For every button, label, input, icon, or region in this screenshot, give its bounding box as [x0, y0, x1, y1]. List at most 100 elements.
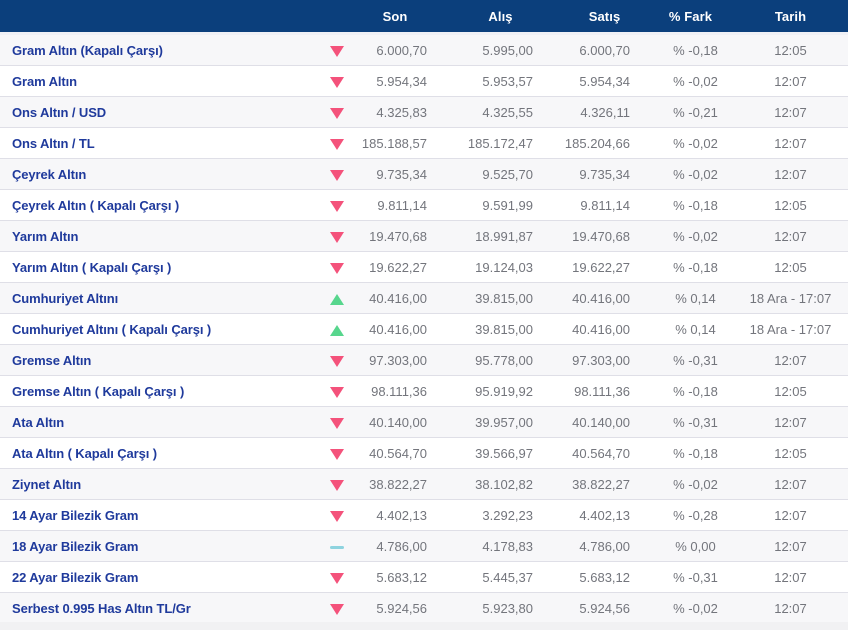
fark-value: % 0,14 — [648, 313, 733, 345]
alis-value: 39.957,00 — [442, 406, 545, 438]
instrument-name[interactable]: Cumhuriyet Altını ( Kapalı Çarşı ) — [0, 313, 320, 345]
flat-dash-icon — [330, 545, 344, 549]
son-value: 9.811,14 — [354, 189, 442, 221]
down-triangle-icon — [330, 355, 344, 367]
table-row[interactable]: Cumhuriyet Altını ( Kapalı Çarşı ) 40.41… — [0, 313, 848, 345]
instrument-name[interactable]: Serbest 0.995 Has Altın TL/Gr — [0, 592, 320, 624]
column-header-fark[interactable]: % Fark — [648, 0, 733, 35]
tarih-value: 12:07 — [733, 592, 848, 624]
tarih-value: 12:07 — [733, 220, 848, 252]
instrument-name[interactable]: Ons Altın / USD — [0, 96, 320, 128]
table-row[interactable]: Ons Altın / TL 185.188,57 185.172,47 185… — [0, 127, 848, 159]
fark-value: % -0,18 — [648, 375, 733, 407]
trend-indicator-cell — [320, 592, 354, 624]
tarih-value: 18 Ara - 17:07 — [733, 282, 848, 314]
fark-value: % -0,18 — [648, 251, 733, 283]
column-header-son[interactable]: Son — [354, 0, 442, 35]
son-value: 38.822,27 — [354, 468, 442, 500]
tarih-value: 12:05 — [733, 437, 848, 469]
fark-value: % -0,02 — [648, 65, 733, 97]
table-row[interactable]: Ata Altın ( Kapalı Çarşı ) 40.564,70 39.… — [0, 437, 848, 469]
down-triangle-icon — [330, 107, 344, 119]
fark-value: % -0,31 — [648, 561, 733, 593]
table-row[interactable]: 18 Ayar Bilezik Gram 4.786,00 4.178,83 4… — [0, 530, 848, 562]
instrument-name[interactable]: Gram Altın (Kapalı Çarşı) — [0, 33, 320, 66]
son-value: 4.786,00 — [354, 530, 442, 562]
instrument-name[interactable]: 14 Ayar Bilezik Gram — [0, 499, 320, 531]
table-row[interactable]: Gremse Altın ( Kapalı Çarşı ) 98.111,36 … — [0, 375, 848, 407]
alis-value: 39.566,97 — [442, 437, 545, 469]
gold-prices-table: Son Alış Satış % Fark Tarih Gram Altın (… — [0, 0, 848, 624]
tarih-value: 12:07 — [733, 158, 848, 190]
down-triangle-icon — [330, 76, 344, 88]
instrument-name[interactable]: 22 Ayar Bilezik Gram — [0, 561, 320, 593]
satis-value: 4.326,11 — [545, 96, 648, 128]
son-value: 40.416,00 — [354, 282, 442, 314]
table-row[interactable]: Ons Altın / USD 4.325,83 4.325,55 4.326,… — [0, 96, 848, 128]
son-value: 40.564,70 — [354, 437, 442, 469]
son-value: 5.924,56 — [354, 592, 442, 624]
table-row[interactable]: Yarım Altın 19.470,68 18.991,87 19.470,6… — [0, 220, 848, 252]
table-row[interactable]: Çeyrek Altın 9.735,34 9.525,70 9.735,34 … — [0, 158, 848, 190]
fark-value: % -0,02 — [648, 158, 733, 190]
alis-value: 3.292,23 — [442, 499, 545, 531]
table-row[interactable]: Cumhuriyet Altını 40.416,00 39.815,00 40… — [0, 282, 848, 314]
down-triangle-icon — [330, 262, 344, 274]
down-triangle-icon — [330, 572, 344, 584]
instrument-name[interactable]: Gram Altın — [0, 65, 320, 97]
column-header-satis[interactable]: Satış — [545, 0, 648, 35]
fark-value: % -0,21 — [648, 96, 733, 128]
satis-value: 4.402,13 — [545, 499, 648, 531]
table-row[interactable]: 22 Ayar Bilezik Gram 5.683,12 5.445,37 5… — [0, 561, 848, 593]
tarih-value: 12:07 — [733, 96, 848, 128]
down-triangle-icon — [330, 386, 344, 398]
instrument-name[interactable]: Çeyrek Altın — [0, 158, 320, 190]
table-row[interactable]: Gram Altın 5.954,34 5.953,57 5.954,34 % … — [0, 65, 848, 97]
fark-value: % -0,18 — [648, 437, 733, 469]
table-row[interactable]: Yarım Altın ( Kapalı Çarşı ) 19.622,27 1… — [0, 251, 848, 283]
fark-value: % -0,02 — [648, 468, 733, 500]
table-row[interactable]: 14 Ayar Bilezik Gram 4.402,13 3.292,23 4… — [0, 499, 848, 531]
fark-value: % -0,02 — [648, 127, 733, 159]
satis-value: 40.416,00 — [545, 313, 648, 345]
column-header-alis[interactable]: Alış — [442, 0, 545, 35]
table-row[interactable]: Gram Altın (Kapalı Çarşı) 6.000,70 5.995… — [0, 33, 848, 66]
tarih-value: 12:05 — [733, 189, 848, 221]
trend-indicator-cell — [320, 313, 354, 345]
alis-value: 5.445,37 — [442, 561, 545, 593]
instrument-name[interactable]: Yarım Altın ( Kapalı Çarşı ) — [0, 251, 320, 283]
instrument-name[interactable]: Ata Altın ( Kapalı Çarşı ) — [0, 437, 320, 469]
instrument-name[interactable]: Gremse Altın ( Kapalı Çarşı ) — [0, 375, 320, 407]
table-row[interactable]: Çeyrek Altın ( Kapalı Çarşı ) 9.811,14 9… — [0, 189, 848, 221]
tarih-value: 12:07 — [733, 530, 848, 562]
tarih-value: 12:07 — [733, 344, 848, 376]
instrument-name[interactable]: Çeyrek Altın ( Kapalı Çarşı ) — [0, 189, 320, 221]
instrument-name[interactable]: Ata Altın — [0, 406, 320, 438]
column-header-tarih[interactable]: Tarih — [733, 0, 848, 35]
table-row[interactable]: Ziynet Altın 38.822,27 38.102,82 38.822,… — [0, 468, 848, 500]
son-value: 6.000,70 — [354, 33, 442, 66]
tarih-value: 12:07 — [733, 127, 848, 159]
son-value: 19.622,27 — [354, 251, 442, 283]
table-row[interactable]: Serbest 0.995 Has Altın TL/Gr 5.924,56 5… — [0, 592, 848, 624]
alis-value: 18.991,87 — [442, 220, 545, 252]
tarih-value: 12:07 — [733, 561, 848, 593]
instrument-name[interactable]: Cumhuriyet Altını — [0, 282, 320, 314]
instrument-name[interactable]: Ons Altın / TL — [0, 127, 320, 159]
alis-value: 5.923,80 — [442, 592, 545, 624]
instrument-name[interactable]: Yarım Altın — [0, 220, 320, 252]
trend-indicator-cell — [320, 282, 354, 314]
table-row[interactable]: Ata Altın 40.140,00 39.957,00 40.140,00 … — [0, 406, 848, 438]
tarih-value: 12:05 — [733, 251, 848, 283]
alis-value: 4.325,55 — [442, 96, 545, 128]
table-header: Son Alış Satış % Fark Tarih — [0, 0, 848, 35]
tarih-value: 12:07 — [733, 499, 848, 531]
satis-value: 38.822,27 — [545, 468, 648, 500]
instrument-name[interactable]: Ziynet Altın — [0, 468, 320, 500]
fark-value: % -0,31 — [648, 406, 733, 438]
instrument-name[interactable]: Gremse Altın — [0, 344, 320, 376]
instrument-name[interactable]: 18 Ayar Bilezik Gram — [0, 530, 320, 562]
table-row[interactable]: Gremse Altın 97.303,00 95.778,00 97.303,… — [0, 344, 848, 376]
alis-value: 39.815,00 — [442, 313, 545, 345]
trend-indicator-cell — [320, 344, 354, 376]
